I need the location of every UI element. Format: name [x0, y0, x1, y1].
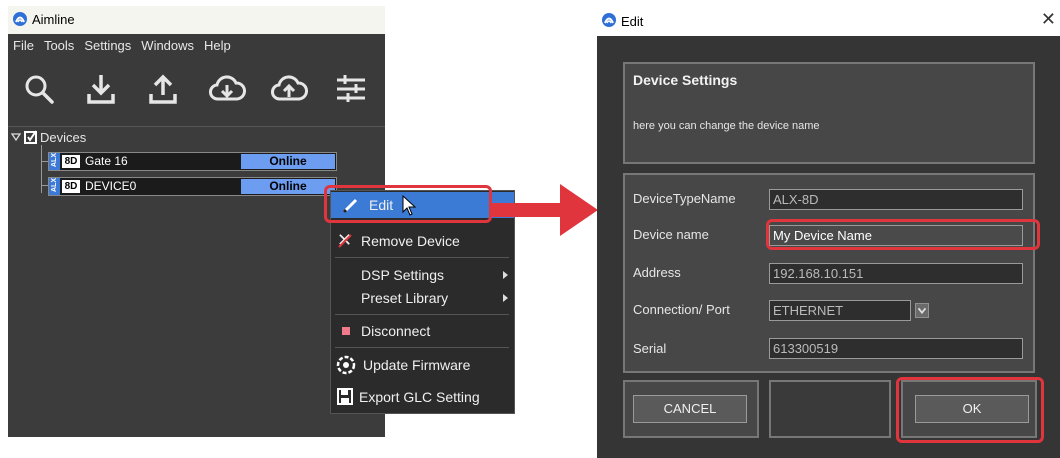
- menu-file[interactable]: File: [8, 36, 39, 56]
- highlight-ok: [896, 377, 1044, 443]
- empty-panel: [769, 380, 891, 438]
- device-name: Gate 16: [85, 154, 128, 168]
- aimline-logo-icon: [602, 13, 616, 27]
- cloud-download-icon[interactable]: [208, 72, 246, 106]
- tree-root-devices[interactable]: Devices: [8, 129, 86, 145]
- disconnect-icon: [342, 327, 350, 335]
- sliders-icon[interactable]: [334, 72, 368, 106]
- checkbox-icon[interactable]: [24, 130, 38, 144]
- section-title: Device Settings: [633, 72, 738, 88]
- menu-bar: File Tools Settings Windows Help: [8, 36, 385, 56]
- model-badge: 8D: [62, 155, 80, 168]
- upload-icon[interactable]: [146, 72, 180, 106]
- device-settings-header: Device Settings here you can change the …: [623, 62, 1035, 164]
- chevron-down-icon[interactable]: [915, 302, 929, 319]
- menu-item-disconnect[interactable]: Disconnect: [331, 318, 514, 344]
- device-row[interactable]: ALX 8D DEVICE0 Online: [48, 177, 337, 196]
- menu-tools[interactable]: Tools: [39, 36, 79, 56]
- device-tree: Devices ALX 8D Gate 16 Online ALX 8D DEV…: [8, 126, 385, 437]
- dialog-title: Edit: [621, 14, 644, 29]
- address-field: 192.168.10.151: [769, 263, 1023, 284]
- tree-connector: [41, 161, 48, 162]
- tree-root-label: Devices: [40, 129, 87, 145]
- window-title: Aimline: [32, 12, 75, 27]
- alx-badge: ALX: [49, 153, 60, 170]
- separator: [335, 314, 509, 315]
- collapse-icon[interactable]: [10, 131, 22, 143]
- device-fields-panel: DeviceTypeName ALX-8D Device name My Dev…: [623, 173, 1035, 373]
- device-row[interactable]: ALX 8D Gate 16 Online: [48, 152, 337, 171]
- highlight-edit: [324, 185, 492, 223]
- firmware-gear-icon: [336, 355, 356, 375]
- label-serial: Serial: [633, 341, 667, 356]
- context-menu: Edit ✕ Remove Device DSP Settings Preset…: [330, 190, 515, 414]
- submenu-arrow-icon: [503, 271, 508, 279]
- cloud-upload-icon[interactable]: [270, 72, 308, 106]
- remove-slash-icon: [338, 234, 352, 248]
- serial-field: 613300519: [769, 338, 1023, 359]
- toolbar: [8, 64, 385, 130]
- model-badge: 8D: [62, 180, 80, 193]
- cancel-panel: CANCEL: [623, 380, 759, 438]
- aimline-logo-icon: [13, 12, 27, 26]
- highlight-device-name: [766, 219, 1040, 250]
- label-device-type: DeviceTypeName: [633, 191, 736, 206]
- red-arrow-icon: [490, 184, 598, 236]
- download-icon[interactable]: [84, 72, 118, 106]
- menu-item-preset-library[interactable]: Preset Library: [331, 285, 514, 311]
- separator: [335, 257, 509, 258]
- menu-windows[interactable]: Windows: [136, 36, 199, 56]
- device-type-field: ALX-8D: [769, 189, 1023, 210]
- dialog-title-bar: Edit ✕: [597, 6, 1060, 36]
- alx-badge: ALX: [49, 178, 60, 195]
- status-badge: Online: [241, 179, 335, 194]
- menu-settings[interactable]: Settings: [79, 36, 136, 56]
- menu-item-update-firmware[interactable]: Update Firmware: [331, 352, 514, 378]
- connection-port-select[interactable]: ETHERNET: [769, 300, 911, 321]
- device-name: DEVICE0: [85, 179, 137, 193]
- cancel-button[interactable]: CANCEL: [633, 395, 747, 423]
- label-connection-port: Connection/ Port: [633, 302, 730, 317]
- tree-connector: [41, 185, 48, 186]
- search-icon[interactable]: [22, 72, 56, 106]
- menu-item-export-glc[interactable]: Export GLC Setting: [331, 384, 514, 410]
- label-address: Address: [633, 265, 681, 280]
- menu-help[interactable]: Help: [199, 36, 236, 56]
- title-bar: Aimline: [8, 6, 385, 34]
- status-badge: Online: [241, 154, 335, 169]
- section-description: here you can change the device name: [633, 120, 820, 132]
- label-device-name: Device name: [633, 227, 709, 242]
- menu-item-remove-device[interactable]: ✕ Remove Device: [331, 228, 514, 254]
- separator: [335, 347, 509, 348]
- save-disk-icon: [337, 388, 353, 405]
- close-icon[interactable]: ✕: [1041, 10, 1056, 28]
- submenu-arrow-icon: [503, 294, 508, 302]
